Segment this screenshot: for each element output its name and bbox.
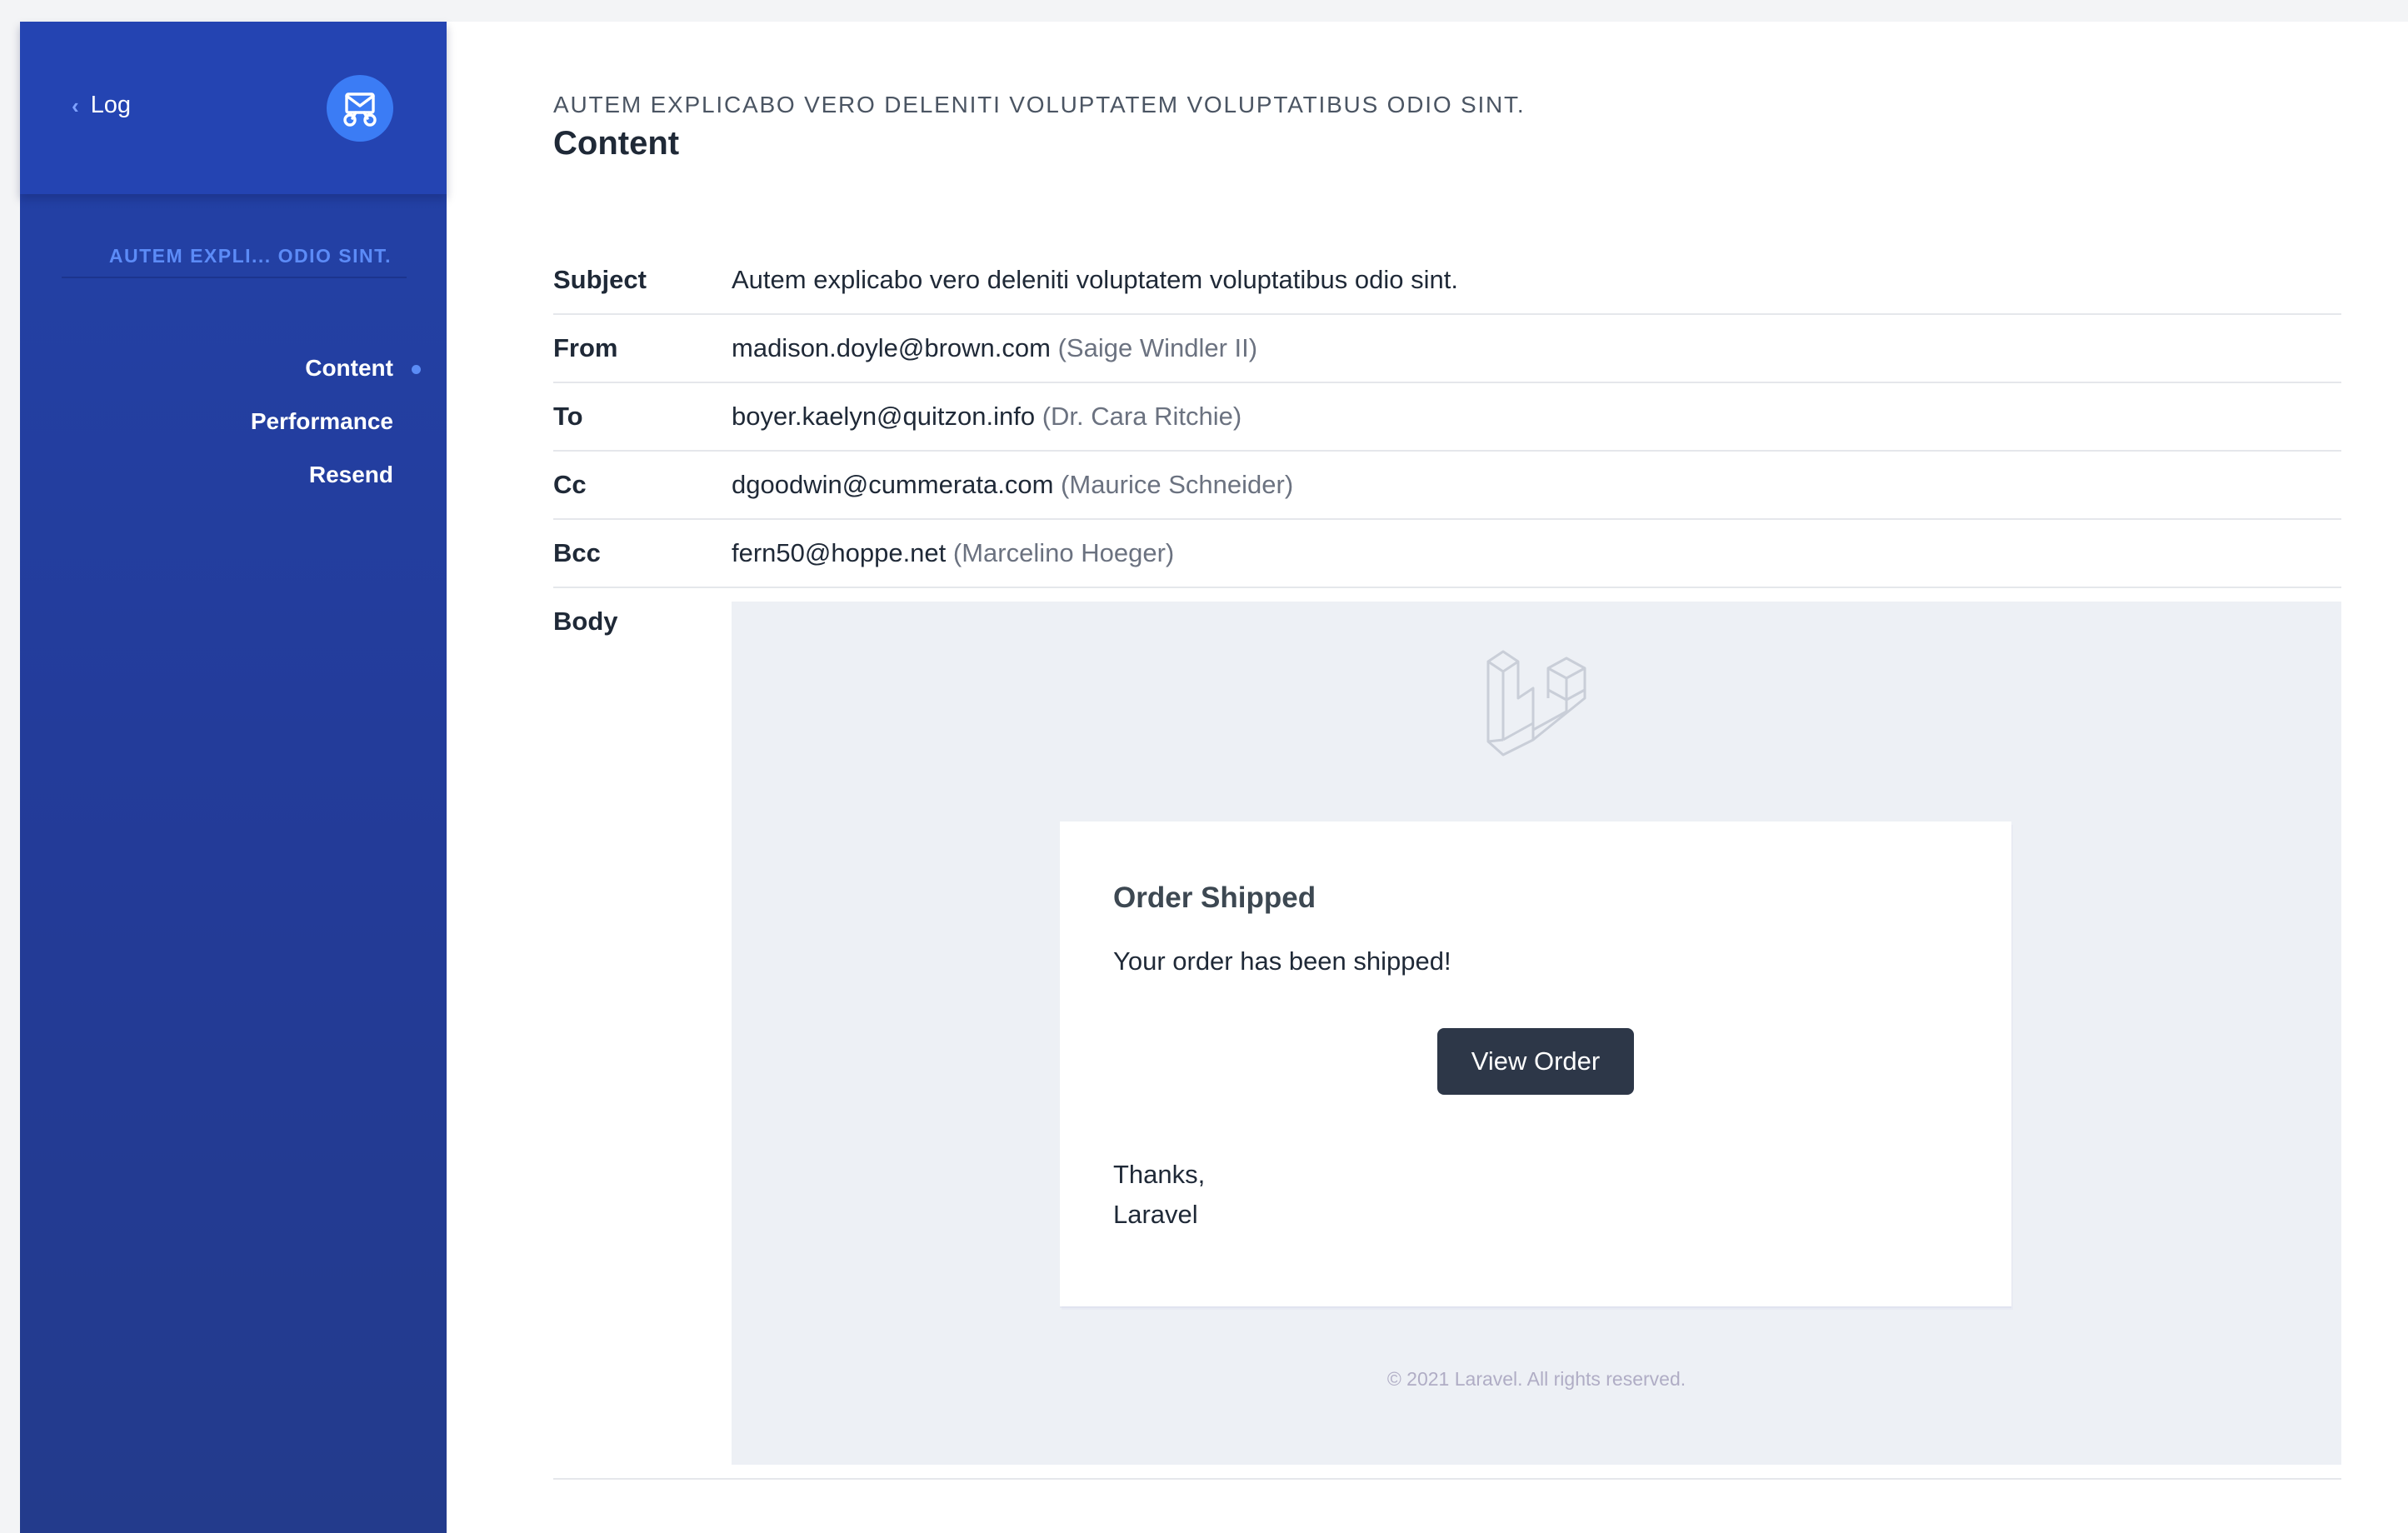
detail-label: From	[553, 333, 618, 362]
detail-row-from: From madison.doyle@brown.com (Saige Wind…	[553, 315, 2341, 383]
detail-row-bcc: Bcc fern50@hoppe.net (Marcelino Hoeger)	[553, 520, 2341, 588]
to-name: (Dr. Cara Ritchie)	[1042, 402, 1242, 431]
detail-row-body: Body Order Shipped Your order has been s…	[553, 588, 2341, 1480]
view-order-button[interactable]: View Order	[1437, 1028, 1634, 1095]
email-footer: © 2021 Laravel. All rights reserved.	[1386, 1368, 1686, 1390]
from-email: madison.doyle@brown.com	[732, 333, 1051, 362]
detail-label: To	[553, 402, 583, 431]
nav-item-performance[interactable]: Performance	[20, 395, 447, 448]
nav-item-label: Content	[305, 355, 393, 381]
signature-line: Thanks,	[1113, 1160, 1206, 1189]
email-signature: Thanks, Laravel	[1113, 1155, 1205, 1235]
bcc-name: (Marcelino Hoeger)	[952, 538, 1175, 567]
subject-value: Autem explicabo vero deleniti voluptatem…	[732, 265, 1458, 294]
from-name: (Saige Windler II)	[1057, 333, 1258, 362]
nav-item-label: Performance	[250, 408, 393, 434]
detail-label: Bcc	[553, 538, 601, 567]
nav-item-content[interactable]: Content	[20, 342, 447, 395]
email-text: Your order has been shipped!	[1113, 946, 1451, 976]
nav-item-label: Resend	[308, 462, 393, 487]
sidebar-subtitle: AUTEM EXPLI... ODIO SINT.	[108, 245, 392, 267]
app-logo-icon[interactable]	[327, 75, 393, 142]
back-link[interactable]: ‹ Log	[72, 92, 131, 119]
to-value: boyer.kaelyn@quitzon.info (Dr. Cara Ritc…	[732, 402, 1241, 432]
sidebar-divider	[62, 277, 407, 278]
email-card: Order Shipped Your order has been shippe…	[1060, 821, 2011, 1306]
detail-row-cc: Cc dgoodwin@cummerata.com (Maurice Schne…	[553, 452, 2341, 520]
message-details: Subject Autem explicabo vero deleniti vo…	[553, 247, 2341, 1480]
sidebar-header: ‹ Log	[20, 22, 447, 194]
active-indicator-dot	[412, 365, 421, 374]
to-email: boyer.kaelyn@quitzon.info	[732, 402, 1036, 431]
back-link-label: Log	[90, 92, 132, 118]
email-heading: Order Shipped	[1113, 881, 1316, 914]
sidebar: ‹ Log AUTEM EXPLI... ODIO SINT. Content	[20, 22, 447, 1533]
sidebar-nav: Content Performance Resend	[20, 342, 447, 502]
from-value: madison.doyle@brown.com (Saige Windler I…	[732, 333, 1257, 363]
detail-row-subject: Subject Autem explicabo vero deleniti vo…	[553, 247, 2341, 315]
detail-label: Subject	[553, 265, 647, 294]
page-title: Content	[553, 125, 680, 162]
laravel-logo-icon	[1480, 648, 1593, 766]
bcc-email: fern50@hoppe.net	[732, 538, 947, 567]
detail-label: Body	[553, 607, 618, 636]
bcc-value: fern50@hoppe.net (Marcelino Hoeger)	[732, 538, 1174, 568]
detail-label: Cc	[553, 470, 587, 499]
email-preview: Order Shipped Your order has been shippe…	[732, 602, 2341, 1465]
detail-row-to: To boyer.kaelyn@quitzon.info (Dr. Cara R…	[553, 383, 2341, 452]
signature-line: Laravel	[1113, 1200, 1198, 1229]
page-eyebrow: AUTEM EXPLICABO VERO DELENITI VOLUPTATEM…	[553, 92, 1526, 117]
chevron-left-icon: ‹	[72, 92, 79, 118]
cc-name: (Maurice Schneider)	[1061, 470, 1294, 499]
nav-item-resend[interactable]: Resend	[20, 448, 447, 502]
app-window: ‹ Log AUTEM EXPLI... ODIO SINT. Content	[20, 22, 2408, 1533]
cc-value: dgoodwin@cummerata.com (Maurice Schneide…	[732, 470, 1293, 500]
cc-email: dgoodwin@cummerata.com	[732, 470, 1054, 499]
